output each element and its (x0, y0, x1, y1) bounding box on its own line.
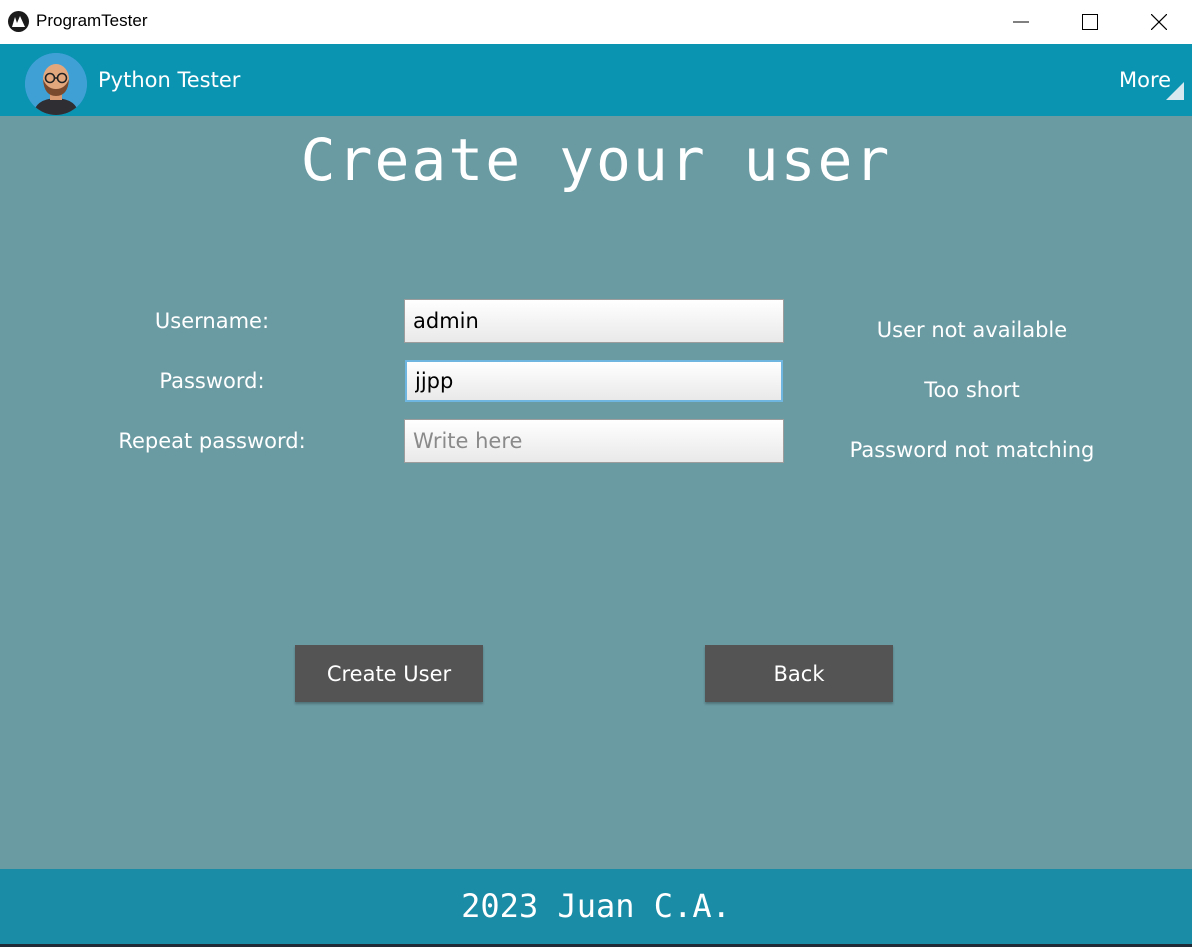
footer-copyright: 2023 Juan C.A. (461, 887, 731, 925)
repeat-password-status: Password not matching (849, 438, 1095, 462)
create-user-button[interactable]: Create User (295, 645, 483, 702)
repeat-password-label: Repeat password: (118, 429, 306, 453)
close-button[interactable] (1124, 0, 1192, 44)
app-window: ProgramTester Python Tester More Create … (0, 0, 1192, 947)
username-status: User not available (876, 318, 1068, 342)
back-button[interactable]: Back (705, 645, 893, 702)
more-menu-button[interactable]: More (1110, 66, 1188, 106)
password-status: Too short (924, 378, 1020, 402)
title-bar: ProgramTester (0, 0, 1192, 44)
footer: 2023 Juan C.A. (0, 869, 1192, 944)
more-label: More (1119, 68, 1172, 92)
app-title: Python Tester (98, 68, 241, 92)
minimize-button[interactable] (986, 0, 1056, 44)
username-input[interactable] (404, 299, 784, 343)
password-label: Password: (159, 369, 265, 393)
window-title: ProgramTester (36, 11, 148, 30)
app-header: Python Tester More (0, 44, 1192, 116)
username-label: Username: (154, 309, 270, 333)
kivy-app-icon (8, 11, 29, 32)
maximize-icon (1082, 14, 1098, 30)
avatar-icon (25, 53, 87, 115)
maximize-button[interactable] (1055, 0, 1125, 44)
close-icon (1151, 14, 1167, 30)
dropdown-corner-icon (1166, 82, 1184, 100)
password-input[interactable] (405, 360, 783, 402)
page-title: Create your user (300, 126, 892, 194)
avatar (25, 53, 87, 115)
repeat-password-input[interactable] (404, 419, 784, 463)
minimize-icon (1013, 21, 1029, 23)
